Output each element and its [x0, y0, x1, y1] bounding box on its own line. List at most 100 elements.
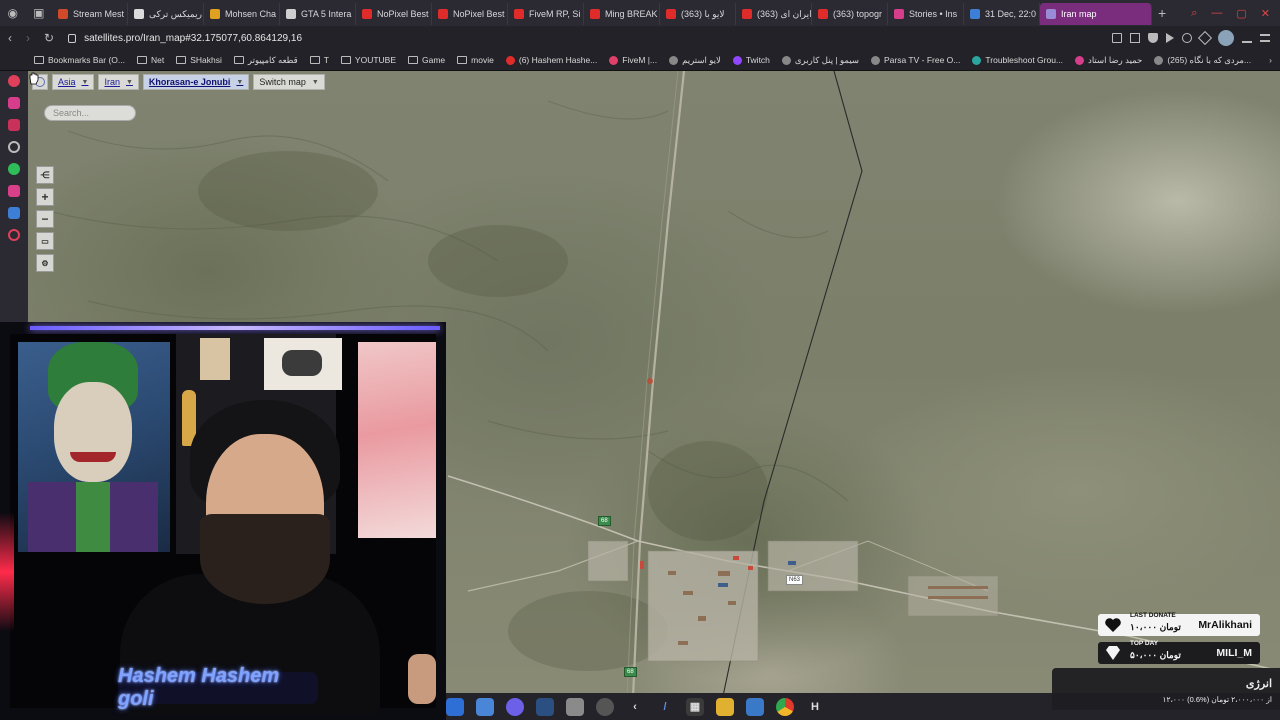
bookmark-item[interactable]: T [309, 55, 329, 65]
close-window-button[interactable]: ✕ [1261, 7, 1270, 20]
bookmark-item[interactable]: YOUTUBE [340, 55, 396, 65]
breadcrumb-iran[interactable]: Iran ▼ [98, 74, 139, 90]
road-label: 68 [598, 516, 611, 526]
breadcrumb-region[interactable]: Khorasan-e Jonubi ▼ [142, 74, 250, 90]
collectible-box [200, 338, 230, 380]
tab-9[interactable]: ایران ای (363) [736, 3, 812, 25]
taskbar-chrome-icon[interactable] [776, 697, 794, 716]
switch-map-button[interactable]: Switch map ▼ [253, 74, 325, 90]
top-day-alert: TOP DAY ۵۰،۰۰۰ تومان MILI_M [1098, 640, 1260, 664]
tab-12[interactable]: 31 Dec, 22:0 [964, 3, 1040, 25]
bookmark-item[interactable]: Twitch [732, 55, 770, 65]
maximize-button[interactable]: ▢ [1236, 7, 1246, 20]
bookmark-item[interactable]: (6) Hashem Hashe... [505, 55, 597, 65]
url-text: satellites.pro/Iran_map#32.175077,60.864… [84, 32, 303, 44]
sidebar-settings-icon[interactable] [8, 141, 20, 153]
bookmark-item[interactable]: Parsa TV - Free O... [871, 55, 960, 65]
bookmark-item[interactable]: حمید رضا استاد [1075, 55, 1142, 66]
taskbar-discord-icon[interactable] [506, 697, 524, 716]
tab-10[interactable]: (363) topogr [812, 3, 888, 25]
map-zoom-controls: ⋲ + − ▭ ⚙ [36, 166, 54, 272]
tab-11[interactable]: Stories • Ins [888, 3, 964, 25]
taskbar-back-icon[interactable]: ‹ [626, 698, 644, 716]
sidebar-messenger-icon[interactable] [8, 75, 20, 87]
sidebar-mail-icon[interactable] [8, 119, 20, 131]
taskbar-settings-icon[interactable] [596, 697, 614, 716]
taskbar-store-icon[interactable] [746, 697, 764, 716]
bookmark-label: T [323, 55, 329, 65]
bookmark-item[interactable]: سیمو | پنل کاربری [781, 55, 859, 66]
sidebar-heart-icon[interactable] [8, 229, 20, 241]
tab-list: Stream Mest ریمیکس ترکی Mohsen Cha GTA 5 In… [52, 1, 1152, 25]
bookmark-item[interactable]: Bookmarks Bar (O... [34, 55, 125, 65]
bookmarks-overflow-icon[interactable]: › [1269, 55, 1280, 65]
zoom-out-button[interactable]: − [36, 210, 54, 228]
zoom-in-button[interactable]: + [36, 188, 54, 206]
tab-2[interactable]: Mohsen Cha [204, 3, 280, 25]
tab-13[interactable]: Iran map [1040, 3, 1152, 25]
bookmark-item[interactable]: FiveM |... [609, 55, 657, 65]
heart-icon[interactable] [1182, 33, 1192, 43]
sidebar-whatsapp-icon[interactable] [8, 163, 20, 175]
taskbar-steam-icon[interactable] [536, 697, 554, 716]
profile-menu-icon[interactable]: ◉ [8, 6, 18, 20]
tab-search-icon[interactable]: ▣ [33, 6, 44, 20]
taskbar-cube-icon[interactable] [566, 697, 584, 716]
tab-7[interactable]: Ming BREAK [584, 3, 660, 25]
forward-icon[interactable]: › [26, 31, 30, 45]
bookmark-item[interactable]: SHakhsi [176, 55, 222, 65]
new-tab-button[interactable]: + [1158, 5, 1166, 21]
screenshot-icon[interactable] [1130, 33, 1140, 43]
poster-face [54, 382, 132, 482]
energy-goal-title: انرژی [1245, 678, 1272, 690]
sidebar-app-icon[interactable] [8, 97, 20, 109]
taskbar-calculator-icon[interactable]: ▦ [686, 697, 704, 716]
bookmark-item[interactable]: Net [137, 55, 164, 65]
ruler-icon[interactable]: ▭ [36, 232, 54, 250]
bookmark-item[interactable]: Troubleshoot Grou... [972, 55, 1063, 65]
bookmark-item[interactable]: قطعه کامپیوتر [233, 55, 298, 66]
taskbar-folder-icon[interactable] [716, 697, 734, 716]
download-icon[interactable] [1242, 33, 1252, 43]
back-icon[interactable]: ‹ [8, 31, 12, 45]
sidebar-translate-icon[interactable] [8, 207, 20, 219]
tab-3[interactable]: GTA 5 Intera [280, 3, 356, 25]
taskbar-h-icon[interactable]: H [806, 698, 824, 716]
taskbar-files-icon[interactable] [476, 697, 494, 716]
bookmark-item[interactable]: لایو استریم [669, 55, 721, 66]
taskbar-app-icon[interactable] [446, 697, 464, 716]
folder-icon [309, 56, 320, 64]
reload-icon[interactable]: ↻ [44, 31, 54, 45]
tab-8[interactable]: لایو با (363) [660, 3, 736, 25]
tab-1[interactable]: ریمیکس ترکی [128, 3, 204, 25]
play-icon[interactable] [1166, 33, 1174, 43]
bookmark-label: Game [422, 55, 446, 65]
breadcrumb-asia[interactable]: Asia ▼ [52, 74, 95, 90]
layers-icon[interactable]: ⚙ [36, 254, 54, 272]
shield-icon[interactable] [1148, 33, 1158, 43]
taskbar-pen-icon[interactable]: / [656, 698, 674, 716]
road-label: 68 [624, 667, 637, 677]
share-icon[interactable]: ⋲ [36, 166, 54, 184]
browser-corner: ◉ ▣ [0, 0, 52, 26]
tab-0[interactable]: Stream Mest [52, 3, 128, 25]
tab-4[interactable]: NoPixel Best [356, 3, 432, 25]
bookmark-item[interactable]: (265) مردی که با نگاه... [1154, 55, 1251, 66]
minimize-button[interactable]: — [1211, 7, 1222, 20]
bookmark-icon[interactable] [1112, 33, 1122, 43]
map-search-input[interactable]: Search... [44, 105, 136, 121]
bookmark-label: حمید رضا استاد [1088, 54, 1143, 65]
url-field[interactable]: satellites.pro/Iran_map#32.175077,60.864… [68, 33, 302, 44]
profile-avatar[interactable] [1218, 30, 1234, 46]
bookmark-label: (265) مردی که با نگاه... [1167, 54, 1252, 65]
bookmark-item[interactable]: Game [408, 55, 445, 65]
bookmark-item[interactable]: movie [457, 55, 494, 65]
search-tabs-icon[interactable]: ⌕ [1191, 7, 1197, 20]
tab-5[interactable]: NoPixel Best [432, 3, 508, 25]
menu-icon[interactable] [1260, 34, 1270, 42]
bookmark-favicon-icon [781, 55, 791, 65]
map-breadcrumbs: Asia ▼ Iran ▼ Khorasan-e Jonubi ▼ Switch ma… [32, 74, 325, 90]
sidebar-instagram-icon[interactable] [8, 185, 20, 197]
extensions-icon[interactable] [1197, 30, 1213, 46]
tab-6[interactable]: FiveM RP, Si [508, 3, 584, 25]
